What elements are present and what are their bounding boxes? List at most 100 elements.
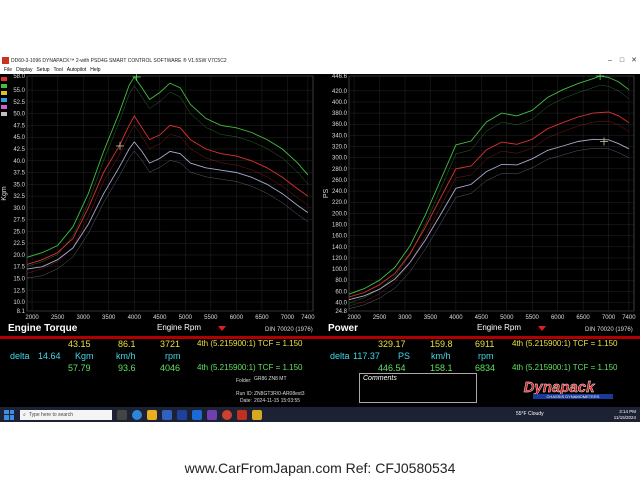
power-rpm-dropdown-icon[interactable] (538, 326, 546, 331)
torque-rpm-unit: rpm (165, 351, 181, 361)
x-tick-label: 6500 (255, 315, 269, 321)
x-tick-label: 7000 (602, 315, 616, 321)
x-tick-label: 6000 (230, 315, 244, 321)
y-tick-label: 25.0 (13, 229, 25, 235)
legend-swatch[interactable] (1, 98, 7, 102)
torque-rpm-selector[interactable]: Engine Rpm (157, 323, 201, 332)
y-tick-label: 320.0 (332, 145, 348, 151)
x-tick-label: 3500 (102, 315, 116, 321)
x-tick-label: 3000 (76, 315, 90, 321)
x-tick-label: 2500 (51, 315, 65, 321)
y-tick-label: 60.0 (335, 289, 347, 295)
y-tick-label: 42.5 (13, 147, 25, 153)
system-clock[interactable]: 3:14 PM 11/15/2024 (614, 409, 636, 420)
power-cursor2-value: 446.54 (378, 363, 406, 373)
store-icon[interactable] (162, 409, 172, 420)
file-explorer-icon[interactable] (147, 409, 157, 420)
y-tick-label: 24.8 (335, 309, 347, 315)
y-tick-label: 40.0 (13, 159, 25, 165)
weather-widget[interactable]: 55°F Cloudy (516, 411, 544, 417)
menu-file[interactable]: File (4, 67, 12, 73)
power-din-standard: DIN 70020 (1976) (585, 327, 633, 333)
y-tick-label: 47.5 (13, 123, 25, 129)
torque-delta-label: delta (10, 351, 30, 361)
legend-swatch[interactable] (1, 91, 7, 95)
power-cursor2-speed: 158.1 (430, 363, 453, 373)
y-tick-label: 45.0 (13, 135, 25, 141)
x-tick-label: 7400 (301, 315, 315, 321)
y-axis-label: Kgm (1, 186, 8, 201)
x-tick-label: 2000 (25, 315, 39, 321)
task-view-icon[interactable] (117, 409, 127, 420)
folder-label: Folder: (236, 378, 252, 384)
series-line (348, 138, 630, 301)
app-icon-purple[interactable] (207, 409, 217, 420)
menu-setup[interactable]: Setup (36, 67, 49, 73)
y-tick-label: 8.1 (17, 309, 26, 315)
y-tick-label: 20.0 (13, 253, 25, 259)
maximize-icon[interactable]: □ (616, 55, 628, 66)
power-rpm-selector[interactable]: Engine Rpm (477, 323, 521, 332)
app-icon-red[interactable] (222, 409, 232, 420)
comments-box[interactable]: Comments (359, 373, 477, 403)
clock-date: 11/15/2024 (613, 414, 636, 420)
legend-swatch[interactable] (1, 112, 7, 116)
folder-taskbar-icon[interactable] (252, 409, 262, 420)
x-tick-label: 4500 (475, 315, 489, 321)
mail-icon[interactable] (177, 409, 187, 420)
y-tick-label: 180.0 (332, 223, 348, 229)
torque-delta-value: 14.64 (38, 351, 61, 361)
close-icon[interactable]: ✕ (628, 55, 640, 66)
y-tick-label: 32.5 (13, 194, 25, 200)
x-tick-label: 3000 (398, 315, 412, 321)
outlook-icon[interactable] (192, 409, 202, 420)
torque-rpm-dropdown-icon[interactable] (218, 326, 226, 331)
y-tick-label: 260.0 (332, 178, 348, 184)
minimize-icon[interactable]: – (604, 55, 616, 66)
y-tick-label: 280.0 (332, 167, 348, 173)
x-tick-label: 4000 (128, 315, 142, 321)
y-tick-label: 446.6 (332, 74, 348, 80)
torque-cursor2-rpm: 4046 (160, 363, 181, 373)
legend-swatch[interactable] (1, 105, 7, 109)
y-tick-label: 120.0 (332, 256, 348, 262)
dynapack-taskbar-icon[interactable] (237, 409, 247, 420)
x-tick-label: 2500 (373, 315, 387, 321)
logo-tagline: CHASSIS DYNAMOMETERS (547, 394, 600, 399)
torque-cursor1-value: 43.15 (68, 339, 91, 349)
torque-cursor2-gear: 4th (5.215900:1) TCF = 1.150 (197, 363, 303, 372)
runid-value: ZN8GT3R/0-AR08ext3 (254, 391, 305, 397)
menu-autopilot[interactable]: Autopilot (67, 67, 86, 73)
y-tick-label: 360.0 (332, 122, 348, 128)
date-value: 2024-11-15 15:03:55 (254, 398, 301, 404)
menu-tool[interactable]: Tool (54, 67, 63, 73)
menu-display[interactable]: Display (16, 67, 32, 73)
x-tick-label: 5500 (526, 315, 540, 321)
x-tick-label: 6000 (551, 315, 565, 321)
torque-chart-title: Engine Torque (8, 323, 78, 334)
y-tick-label: 52.5 (13, 100, 25, 106)
menu-help[interactable]: Help (90, 67, 100, 73)
power-cursor1-gear: 4th (5.215900:1) TCF = 1.150 (512, 339, 618, 348)
edge-browser-icon[interactable] (132, 409, 142, 420)
taskbar-search-input[interactable]: ⌕ Type here to search (20, 409, 112, 420)
series-line-secondary (26, 150, 309, 279)
series-line-secondary (348, 148, 630, 309)
y-tick-label: 160.0 (332, 234, 348, 240)
windows-start-icon[interactable] (4, 409, 14, 420)
power-unit: PS (398, 351, 411, 361)
power-rpm-unit: rpm (478, 351, 494, 361)
torque-speed-unit: km/h (116, 351, 136, 361)
y-tick-label: 17.5 (13, 265, 25, 271)
y-tick-label: 420.0 (332, 89, 348, 95)
y-tick-label: 200.0 (332, 211, 348, 217)
torque-cursor1-rpm: 3721 (160, 339, 181, 349)
legend-swatch[interactable] (1, 77, 7, 81)
legend-swatch[interactable] (1, 84, 7, 88)
y-tick-label: 400.0 (332, 100, 348, 106)
power-cursor1-speed: 159.8 (430, 339, 453, 349)
plot-frame (26, 75, 314, 312)
y-tick-label: 22.5 (13, 241, 25, 247)
torque-din-standard: DIN 70020 (1976) (265, 327, 313, 333)
y-tick-label: 58.0 (13, 74, 25, 80)
